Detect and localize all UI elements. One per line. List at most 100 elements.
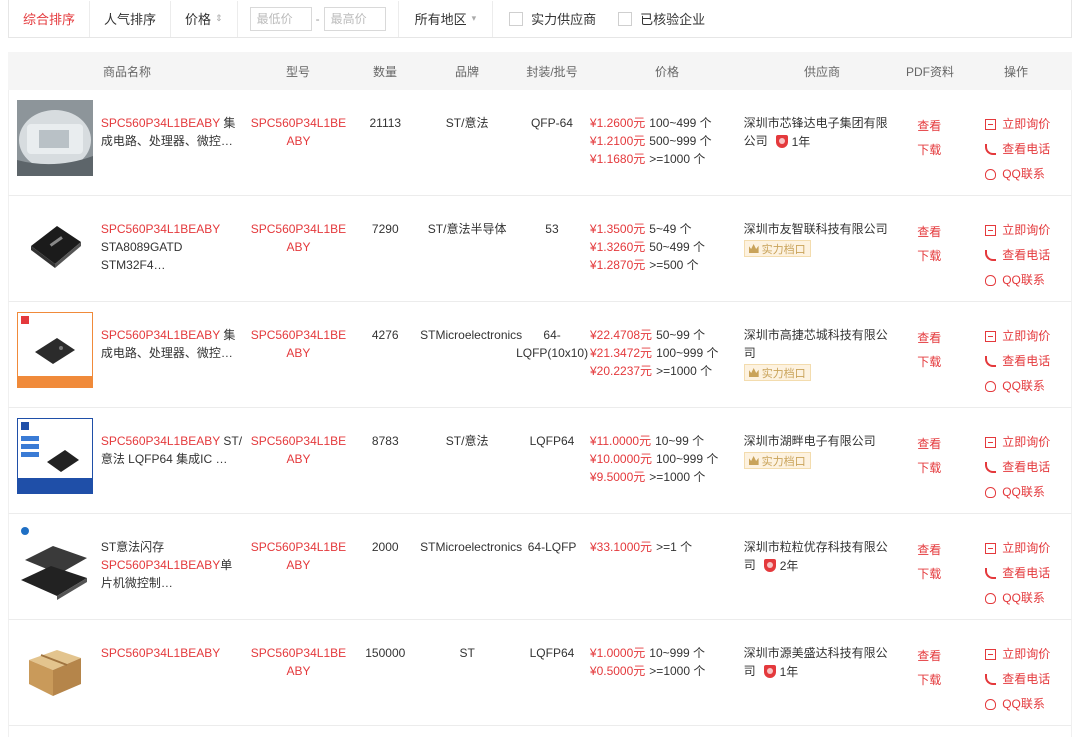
view-phone-button[interactable]: 查看电话 bbox=[959, 137, 1071, 162]
pdf-view-link[interactable]: 查看 bbox=[899, 432, 959, 456]
pdf-download-link[interactable]: 下载 bbox=[899, 244, 959, 268]
pdf-view-link[interactable]: 查看 bbox=[899, 538, 959, 562]
price-tier: ¥1.2100元 500~999 个 bbox=[590, 132, 744, 150]
product-image[interactable] bbox=[16, 100, 93, 176]
qq-contact-button[interactable]: QQ联系 bbox=[959, 268, 1071, 293]
view-phone-button[interactable]: 查看电话 bbox=[959, 561, 1071, 586]
price-max-input[interactable] bbox=[323, 6, 386, 31]
price-amount: ¥21.3472元 bbox=[590, 346, 653, 360]
product-name-link[interactable]: ST意法闪存SPC560P34L1BEABY单片机微控制… bbox=[101, 538, 247, 592]
price-tier: ¥1.3260元 50~499 个 bbox=[590, 238, 744, 256]
product-image[interactable] bbox=[16, 630, 93, 706]
pdf-view-link[interactable]: 查看 bbox=[899, 644, 959, 668]
pdf-download-link[interactable]: 下载 bbox=[899, 456, 959, 480]
product-image[interactable] bbox=[16, 524, 93, 600]
pdf-download-link[interactable]: 下载 bbox=[899, 668, 959, 692]
col-model-header: 型号 bbox=[285, 64, 310, 79]
model-link[interactable]: SPC560P34L1BEABY bbox=[247, 538, 351, 574]
qq-contact-button[interactable]: QQ联系 bbox=[959, 586, 1071, 611]
qty-cell: 2000 bbox=[371, 540, 399, 554]
ops-cell: 立即询价 查看电话 QQ联系 bbox=[959, 302, 1071, 407]
product-image[interactable] bbox=[16, 312, 93, 388]
model-link[interactable]: SPC560P34L1BEABY bbox=[247, 220, 351, 256]
product-image[interactable] bbox=[16, 206, 93, 282]
qq-icon bbox=[985, 699, 997, 710]
supplier-cell: 深圳市友智联科技有限公司 实力档口 bbox=[743, 196, 900, 301]
supplier-link[interactable]: 深圳市粒粒优存科技有限公司 2年 bbox=[744, 538, 900, 575]
ops-cell: 立即询价 查看电话 QQ联系 bbox=[959, 514, 1071, 619]
package-cell: LQFP64 bbox=[529, 434, 575, 448]
supplier-link[interactable]: 深圳市湖畔电子有限公司 bbox=[744, 432, 900, 450]
pdf-view-link[interactable]: 查看 bbox=[899, 220, 959, 244]
model-link[interactable]: SPC560P34L1BEABY bbox=[247, 114, 351, 150]
model-link[interactable]: SPC560P34L1BEABY bbox=[247, 644, 351, 680]
product-name-link[interactable]: SPC560P34L1BEABY bbox=[101, 644, 247, 662]
region-select[interactable]: 所有地区 ▾ bbox=[399, 0, 494, 37]
model-link[interactable]: SPC560P34L1BEABY bbox=[247, 326, 351, 362]
ask-price-button[interactable]: 立即询价 bbox=[959, 112, 1071, 137]
view-phone-button[interactable]: 查看电话 bbox=[959, 667, 1071, 692]
filter-checkboxes: 实力供应商 已核验企业 bbox=[493, 9, 727, 28]
supplier-link[interactable]: 深圳市源美盛达科技有限公司 1年 bbox=[744, 644, 900, 681]
qq-contact-button[interactable]: QQ联系 bbox=[959, 480, 1071, 505]
ask-price-button[interactable]: 立即询价 bbox=[959, 642, 1071, 667]
pdf-view-link[interactable]: 查看 bbox=[899, 114, 959, 138]
supplier-cell: 深圳市粒粒优存科技有限公司 2年 bbox=[744, 514, 900, 619]
price-tier: ¥33.1000元 >=1 个 bbox=[590, 538, 744, 556]
strength-stall-badge: 实力档口 bbox=[743, 240, 811, 257]
years-label: 1年 bbox=[779, 664, 799, 679]
pdf-download-link[interactable]: 下载 bbox=[899, 138, 959, 162]
membership-years-badge: 2年 bbox=[756, 557, 798, 575]
product-image[interactable] bbox=[16, 418, 93, 494]
price-range-qty: >=1 个 bbox=[656, 540, 693, 554]
qty-cell: 150000 bbox=[365, 646, 406, 660]
sort-price-tab[interactable]: 价格 ⇕ bbox=[171, 0, 238, 37]
col-brand-header: 品牌 bbox=[454, 64, 479, 79]
ask-price-button[interactable]: 立即询价 bbox=[959, 430, 1071, 455]
price-range-qty: 50~499 个 bbox=[649, 240, 706, 254]
pdf-download-link[interactable]: 下载 bbox=[899, 562, 959, 586]
ask-price-button[interactable]: 立即询价 bbox=[959, 536, 1071, 561]
product-name-link[interactable]: SPC560P34L1BEABY 集成电路、处理器、微控… bbox=[101, 114, 247, 150]
price-min-input[interactable] bbox=[249, 6, 312, 31]
model-link[interactable]: SPC560P34L1BEABY bbox=[247, 432, 351, 468]
pdf-download-link[interactable]: 下载 bbox=[899, 350, 959, 374]
verified-company-checkbox[interactable]: 已核验企业 bbox=[618, 9, 705, 28]
price-range-qty: 500~999 个 bbox=[649, 134, 712, 148]
qq-contact-button[interactable]: QQ联系 bbox=[959, 692, 1071, 717]
col-price-header: 价格 bbox=[654, 64, 679, 79]
price-amount: ¥1.3500元 bbox=[589, 222, 646, 236]
qq-contact-button[interactable]: QQ联系 bbox=[959, 162, 1071, 187]
view-phone-button[interactable]: 查看电话 bbox=[959, 455, 1071, 480]
price-tier: ¥10.0000元 100~999 个 bbox=[590, 450, 744, 468]
col-supplier-header: 供应商 bbox=[803, 64, 840, 79]
ask-price-button[interactable]: 立即询价 bbox=[959, 218, 1071, 243]
qty-cell: 8783 bbox=[371, 434, 399, 448]
price-tier: ¥1.2870元 >=500 个 bbox=[590, 256, 744, 274]
product-thumbnail-cell bbox=[9, 196, 101, 301]
package-cell: LQFP64 bbox=[529, 646, 575, 660]
view-phone-button[interactable]: 查看电话 bbox=[959, 349, 1071, 374]
qq-contact-button[interactable]: QQ联系 bbox=[959, 374, 1071, 399]
sort-composite-tab[interactable]: 综合排序 bbox=[9, 0, 91, 37]
price-tier: ¥1.0000元 10~999 个 bbox=[590, 644, 744, 662]
col-qty-header: 数量 bbox=[372, 64, 397, 79]
price-range-qty: 10~999 个 bbox=[649, 646, 706, 660]
pdf-cell: 查看 下载 bbox=[899, 90, 959, 195]
crown-icon bbox=[748, 368, 759, 377]
sort-popularity-tab[interactable]: 人气排序 bbox=[90, 0, 172, 37]
product-name-link[interactable]: SPC560P34L1BEABY ST/意法 LQFP64 集成IC … bbox=[101, 432, 247, 468]
supplier-link[interactable]: 深圳市高捷芯城科技有限公司 bbox=[744, 326, 900, 362]
membership-years-badge: 1年 bbox=[756, 663, 799, 681]
ask-price-button[interactable]: 立即询价 bbox=[959, 324, 1071, 349]
supplier-link[interactable]: 深圳市友智联科技有限公司 bbox=[744, 220, 900, 238]
pdf-cell: 查看 下载 bbox=[899, 302, 959, 407]
pdf-view-link[interactable]: 查看 bbox=[899, 326, 959, 350]
product-name-link[interactable]: SPC560P34L1BEABY STA8089GATD STM32F4… bbox=[101, 220, 247, 274]
supplier-link[interactable]: 深圳市芯锋达电子集团有限公司 1年 bbox=[744, 114, 900, 151]
model-cell: SPC560P34L1BEABY bbox=[247, 620, 351, 725]
strong-supplier-checkbox[interactable]: 实力供应商 bbox=[509, 9, 596, 28]
brand-cell: ST bbox=[459, 646, 475, 660]
view-phone-button[interactable]: 查看电话 bbox=[959, 243, 1071, 268]
product-name-link[interactable]: SPC560P34L1BEABY 集成电路、处理器、微控… bbox=[101, 326, 247, 362]
